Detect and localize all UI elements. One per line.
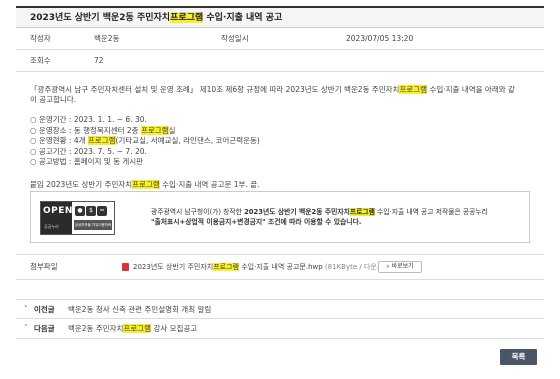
views-label: 조회수 (30, 56, 51, 65)
search-highlight: 프로그램 (399, 85, 428, 94)
search-highlight: 프로그램 (87, 136, 116, 145)
date-label: 작성일시 (221, 34, 249, 43)
views-value: 72 (94, 56, 104, 65)
license-conditions: "출처표시+상업적 이용금지+변경금지" 조건에 따라 이용할 수 있습니다. (151, 218, 362, 226)
open-license-logo: OPEN 공공누리 ● $ = 공공저작물 자유이용허락 (40, 201, 115, 235)
list-item: ○ 공고방법 : 홈페이지 및 동 게시판 (30, 157, 540, 168)
license-text-part: 수입·지출 내역 공고 저작물은 공공누리 (374, 208, 488, 216)
post-title-text: 2023년도 상반기 백운2동 주민자치 (30, 13, 171, 23)
item-text: ○ 운영기간 : 2023. 1. 1. ~ 6. 30. (30, 115, 147, 124)
open-logo-text: OPEN (43, 206, 73, 216)
prev-post-row[interactable]: ˄ 이전글 백운2동 청사 신축 관련 주민설명회 개최 알림 (16, 299, 544, 319)
list-item: ○ 운영장소 : 동 행정복지센터 2층 프로그램실 (30, 125, 540, 137)
open-logo-sub: 공공누리 (44, 224, 59, 229)
license-text: 광주광역시 남구청이(가) 창작한 2023년도 상반기 백운2동 주민자치프로… (151, 207, 521, 227)
list-item: ○ 운영현황 : 4개 프로그램(기타교실, 서예교실, 라인댄스, 코어근력운… (30, 136, 540, 147)
item-text: ○ 운영현황 : 4개 (30, 136, 88, 145)
attachment-label: 첨부파일 (30, 262, 58, 271)
attachment-note: 붙임 2023년도 상반기 주민자치프로그램 수입·지출 내역 공고문 1부. … (30, 179, 260, 190)
meta-row-views: 조회수 72 (16, 50, 544, 72)
next-post-title[interactable]: 백운2동 주민자치프로그램 강사 모집공고 (68, 319, 197, 338)
no-derivatives-icon: = (97, 206, 107, 216)
item-text: 실 (168, 125, 176, 135)
item-text: (기타교실, 서예교실, 라인댄스, 코어근력운동) (115, 136, 260, 145)
date-value: 2023/07/05 13:20 (346, 34, 414, 43)
license-box: OPEN 공공누리 ● $ = 공공저작물 자유이용허락 광주광역시 남구청이(가)… (30, 191, 530, 243)
intro-text: 수입·지출 내역을 아래와 같 (427, 85, 515, 94)
post-title-bar: 2023년도 상반기 백운2동 주민자치프로그램 수입·지출 내역 공고 (16, 6, 544, 28)
search-highlight: 프로그램 (170, 13, 204, 23)
attachment-note-text: 붙임 2023년도 상반기 주민자치 (30, 180, 133, 189)
next-post-label: 다음글 (34, 324, 55, 333)
post-title: 2023년도 상반기 백운2동 주민자치프로그램 수입·지출 내역 공고 (16, 8, 544, 28)
post-title-text-end: 수입·지출 내역 공고 (203, 13, 283, 23)
attachment-file-link[interactable]: 2023년도 상반기 주민자치프로그램 수입·지출 내역 공고문.hwp (81… (133, 255, 404, 279)
post-body: 「광주광역시 남구 주민자치센터 설치 및 운영 조례」 제10조 제6항 규정… (30, 85, 540, 168)
prev-post-label: 이전글 (34, 305, 55, 314)
file-name-text: 수입·지출 내역 공고문.hwp (239, 263, 323, 271)
chevron-down-icon: ˅ (24, 324, 28, 332)
item-text: ○ 공고방법 : 홈페이지 및 동 게시판 (30, 157, 144, 166)
attribution-icon: ● (75, 206, 85, 216)
item-text: ○ 공고기간 : 2023. 7. 5. ~ 7. 20. (30, 146, 147, 156)
preview-button-label: 바로보기 (391, 263, 414, 270)
chevron-up-icon: ˄ (24, 305, 28, 313)
next-title-text: 백운2동 주민자치 (68, 324, 124, 333)
details-list: ○ 운영기간 : 2023. 1. 1. ~ 6. 30. ○ 운영장소 : 동… (30, 115, 540, 168)
search-highlight: 프로그램 (140, 125, 169, 135)
hwp-file-icon (122, 263, 129, 271)
intro-paragraph: 「광주광역시 남구 주민자치센터 설치 및 운영 조례」 제10조 제6항 규정… (30, 85, 540, 105)
license-condition-icons: ● $ = (75, 205, 108, 216)
intro-text: 「광주광역시 남구 주민자치센터 설치 및 운영 조례」 제10조 제6항 규정… (30, 85, 400, 94)
attachment-note-text: 수입·지출 내역 공고문 1부. 끝. (159, 180, 260, 189)
intro-text: 이 공고합니다. (30, 95, 77, 104)
prev-post-title[interactable]: 백운2동 청사 신축 관련 주민설명회 개최 알림 (68, 300, 211, 319)
license-text-part: 광주광역시 남구청이(가) 창작한 (151, 208, 245, 216)
search-highlight: 프로그램 (213, 263, 239, 271)
author-label: 작성자 (30, 34, 51, 43)
item-text: ○ 운영장소 : 동 행정복지센터 2층 (30, 125, 141, 135)
noncommercial-icon: $ (86, 206, 96, 216)
attachment-row: 첨부파일 2023년도 상반기 주민자치프로그램 수입·지출 내역 공고문.hw… (16, 254, 544, 280)
author-value: 백운2동 (94, 34, 120, 43)
license-work-title: 2023년도 상반기 백운2동 주민자치 (244, 208, 350, 216)
open-logo-mark: OPEN 공공누리 (41, 202, 72, 234)
meta-row-author: 작성자 백운2동 작성일시 2023/07/05 13:20 (16, 28, 544, 50)
preview-button[interactable]: ⌕ 바로보기 (378, 261, 422, 273)
search-highlight: 프로그램 (132, 180, 160, 189)
next-post-row[interactable]: ˅ 다음글 백운2동 주민자치프로그램 강사 모집공고 (16, 319, 544, 339)
next-title-text: 강사 모집공고 (151, 324, 198, 333)
list-item: ○ 공고기간 : 2023. 7. 5. ~ 7. 20. (30, 147, 540, 158)
file-name-text: 2023년도 상반기 주민자치 (133, 263, 214, 271)
open-license-type: 공공저작물 자유이용허락 (74, 220, 112, 230)
search-highlight: 프로그램 (123, 324, 152, 333)
magnifier-icon: ⌕ (386, 263, 390, 270)
list-button[interactable]: 목록 (500, 349, 537, 365)
search-highlight: 프로그램 (349, 208, 375, 216)
list-item: ○ 운영기간 : 2023. 1. 1. ~ 6. 30. (30, 115, 540, 126)
